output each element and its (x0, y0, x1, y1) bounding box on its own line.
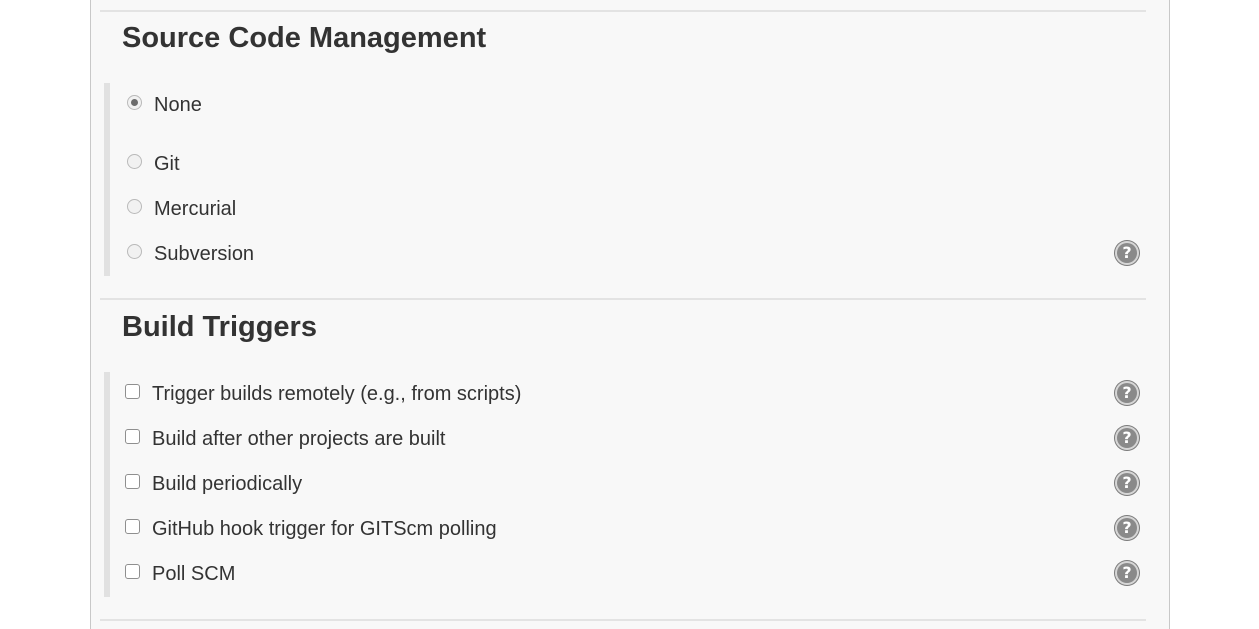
config-panel: Source Code Management None Git Mercuria… (90, 0, 1170, 629)
trigger-github-hook[interactable]: GitHub hook trigger for GITScm polling ? (91, 515, 1169, 545)
radio-subversion[interactable] (127, 244, 142, 259)
trigger-remote[interactable]: Trigger builds remotely (e.g., from scri… (91, 380, 1169, 410)
scm-option-label: Subversion (154, 243, 255, 265)
scm-option-label: None (154, 94, 202, 116)
trigger-poll-scm[interactable]: Poll SCM ? (91, 560, 1169, 590)
section-divider (100, 619, 1146, 621)
help-icon[interactable]: ? (1115, 241, 1139, 265)
scm-option-subversion[interactable]: Subversion ? (91, 240, 1169, 270)
help-icon[interactable]: ? (1115, 561, 1139, 585)
scm-option-none[interactable]: None (91, 91, 1169, 121)
checkbox-after-other-projects[interactable] (125, 429, 140, 444)
trigger-label: Build periodically (152, 473, 303, 495)
scm-option-mercurial[interactable]: Mercurial (91, 195, 1169, 225)
trigger-label: Poll SCM (152, 563, 236, 585)
checkbox-trigger-remote[interactable] (125, 384, 140, 399)
checkbox-periodically[interactable] (125, 474, 140, 489)
scm-option-label: Git (154, 153, 180, 175)
section-divider (100, 298, 1146, 300)
help-icon[interactable]: ? (1115, 471, 1139, 495)
scm-option-git[interactable]: Git (91, 150, 1169, 180)
radio-mercurial[interactable] (127, 199, 142, 214)
trigger-label: Build after other projects are built (152, 428, 446, 450)
radio-none[interactable] (127, 95, 142, 110)
help-icon[interactable]: ? (1115, 516, 1139, 540)
checkbox-github-hook[interactable] (125, 519, 140, 534)
section-title-build-triggers: Build Triggers (122, 311, 317, 343)
section-divider (100, 10, 1146, 12)
checkbox-poll-scm[interactable] (125, 564, 140, 579)
trigger-label: GitHub hook trigger for GITScm polling (152, 518, 497, 540)
trigger-after-other-projects[interactable]: Build after other projects are built ? (91, 425, 1169, 455)
radio-git[interactable] (127, 154, 142, 169)
scm-option-label: Mercurial (154, 198, 237, 220)
trigger-periodically[interactable]: Build periodically ? (91, 470, 1169, 500)
section-title-scm: Source Code Management (122, 22, 487, 54)
help-icon[interactable]: ? (1115, 426, 1139, 450)
help-icon[interactable]: ? (1115, 381, 1139, 405)
trigger-label: Trigger builds remotely (e.g., from scri… (152, 383, 522, 405)
